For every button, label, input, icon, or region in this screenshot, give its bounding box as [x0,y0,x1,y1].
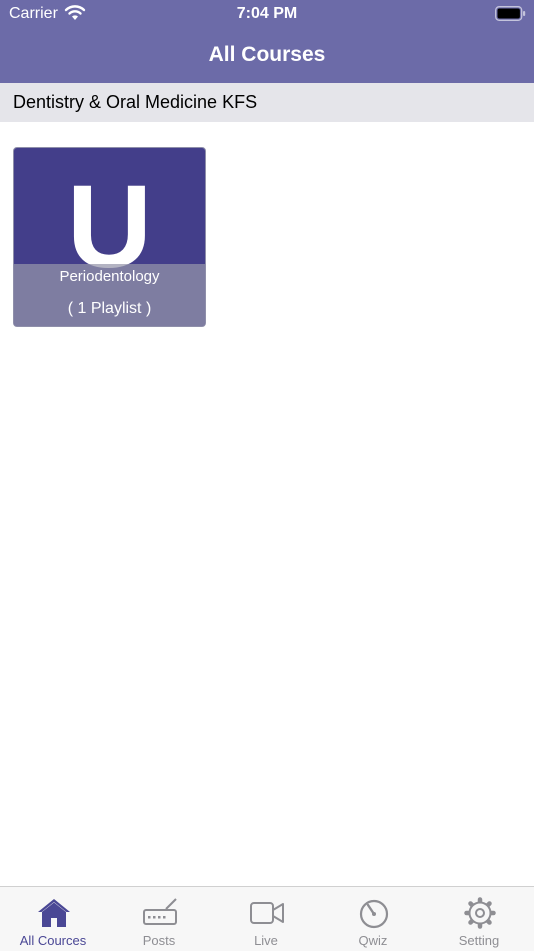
keyboard-icon [143,898,177,925]
tab-setting[interactable]: Setting [426,887,532,951]
tab-all-courses[interactable]: All Cources [0,887,106,951]
status-bar: Carrier 7:04 PM [0,0,534,28]
battery-icon [495,6,526,21]
page-title: All Courses [208,43,326,66]
course-name: Periodentology [59,268,160,285]
gear-icon [464,897,496,929]
tab-live[interactable]: Live [213,887,319,951]
home-icon [38,899,70,927]
tab-label: Posts [142,933,176,948]
section-header: Dentistry & Oral Medicine KFS [0,83,534,122]
course-card[interactable]: U Periodentology ( 1 Playlist ) [13,147,206,327]
status-time: 7:04 PM [236,5,298,22]
tab-posts[interactable]: Posts [106,887,212,951]
tab-label: Qwiz [358,933,388,948]
section-title: Dentistry & Oral Medicine KFS [13,92,258,112]
gauge-icon [359,899,389,929]
tab-label: All Cources [19,933,87,948]
navigation-header: Carrier 7:04 PM All Courses [0,0,534,83]
video-camera-icon [250,902,284,924]
tab-label: Live [254,933,278,948]
course-playlist-count: ( 1 Playlist ) [67,300,152,317]
tab-bar: All Cources Posts Live Qwiz Setting [0,886,534,951]
tab-label: Setting [458,933,500,948]
tab-qwiz[interactable]: Qwiz [320,887,426,951]
